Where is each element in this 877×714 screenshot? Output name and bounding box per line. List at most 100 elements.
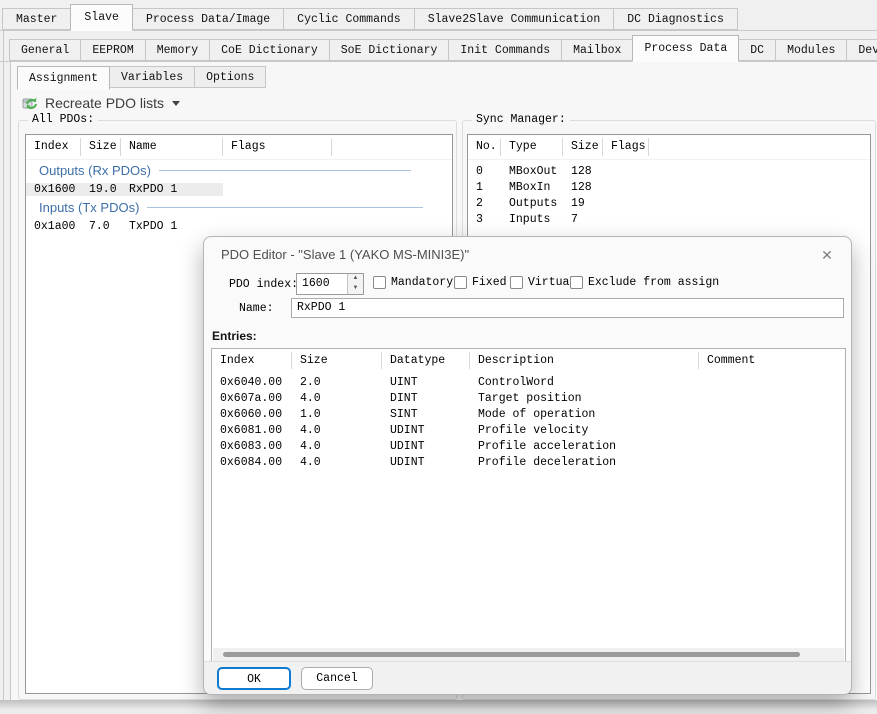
tab-init-commands[interactable]: Init Commands	[448, 39, 562, 61]
column-header-no[interactable]: No.	[468, 138, 501, 156]
sm-row-1[interactable]: 1 MBoxIn 128	[468, 179, 870, 195]
cell-size: 128	[563, 181, 603, 194]
close-icon[interactable]: ✕	[817, 245, 837, 265]
cell-datatype: DINT	[382, 392, 470, 405]
cell-name: TxPDO 1	[121, 220, 223, 233]
recreate-pdo-lists-button[interactable]: Recreate PDO lists	[45, 95, 164, 111]
cell-index: 0x6083.00	[212, 440, 292, 453]
spinner-down-icon[interactable]: ▼	[348, 284, 363, 294]
sm-row-2[interactable]: 2 Outputs 19	[468, 195, 870, 211]
cancel-button[interactable]: Cancel	[301, 667, 373, 690]
cell-datatype: UDINT	[382, 440, 470, 453]
column-header-size[interactable]: Size	[81, 138, 121, 156]
sync-manager-header: No. Type Size Flags	[468, 135, 870, 160]
tab-assignment[interactable]: Assignment	[17, 66, 110, 90]
entry-row[interactable]: 0x6084.00 4.0 UDINT Profile deceleration	[212, 454, 845, 470]
tab-mailbox[interactable]: Mailbox	[561, 39, 633, 61]
checkbox-mandatory[interactable]: Mandatory	[373, 276, 453, 289]
entry-row[interactable]: 0x607a.00 4.0 DINT Target position	[212, 390, 845, 406]
tab-variables[interactable]: Variables	[109, 66, 195, 88]
ok-button[interactable]: OK	[217, 667, 291, 690]
checkbox-label: Mandatory	[391, 276, 453, 289]
pdo-index-value[interactable]: 1600	[297, 274, 347, 294]
tab-memory[interactable]: Memory	[145, 39, 210, 61]
entry-row[interactable]: 0x6040.00 2.0 UINT ControlWord	[212, 374, 845, 390]
dropdown-caret-icon[interactable]	[172, 101, 180, 106]
cell-index: 0x6081.00	[212, 424, 292, 437]
tab-process-data[interactable]: Process Data	[632, 35, 739, 62]
tab-process-data-image[interactable]: Process Data/Image	[132, 8, 284, 30]
checkbox-exclude-from-assign[interactable]: Exclude from assign	[570, 276, 719, 289]
all-pdos-header: Index Size Name Flags	[26, 135, 452, 160]
cell-size: 7.0	[81, 220, 121, 233]
tab-slave[interactable]: Slave	[70, 4, 133, 31]
cell-size: 4.0	[292, 392, 382, 405]
tab-eeprom[interactable]: EEPROM	[80, 39, 145, 61]
column-header-type[interactable]: Type	[501, 138, 563, 156]
cell-datatype: UDINT	[382, 456, 470, 469]
column-header-comment[interactable]: Comment	[699, 352, 845, 369]
tab-cyclic-commands[interactable]: Cyclic Commands	[283, 8, 415, 30]
tab-options[interactable]: Options	[194, 66, 266, 88]
cell-size: 7	[563, 213, 603, 226]
checkbox-label: Fixed	[472, 276, 507, 289]
cell-index: 0x6084.00	[212, 456, 292, 469]
cell-description: Profile acceleration	[470, 440, 699, 453]
cell-datatype: UDINT	[382, 424, 470, 437]
all-pdos-title: All PDOs:	[28, 113, 98, 126]
cell-datatype: SINT	[382, 408, 470, 421]
checkbox-fixed[interactable]: Fixed	[454, 276, 507, 289]
group-row-outputs[interactable]: Outputs (Rx PDOs)	[26, 160, 452, 181]
pdo-toolbar: Recreate PDO lists	[22, 92, 180, 114]
tab-device-specific[interactable]: Device Specific	[846, 39, 877, 61]
cell-no: 1	[468, 181, 501, 194]
sm-row-3[interactable]: 3 Inputs 7	[468, 211, 870, 227]
entry-row[interactable]: 0x6060.00 1.0 SINT Mode of operation	[212, 406, 845, 422]
pdo-row-0x1600[interactable]: 0x1600 19.0 RxPDO 1	[26, 181, 452, 197]
checkbox-virtual[interactable]: Virtual	[510, 276, 576, 289]
cell-size: 19.0	[81, 183, 121, 196]
column-header-spacer	[332, 138, 452, 156]
pdo-index-spinner[interactable]: 1600 ▲ ▼	[296, 273, 364, 295]
tab-master[interactable]: Master	[2, 8, 71, 30]
column-header-flags[interactable]: Flags	[603, 138, 649, 156]
tab-soe-dictionary[interactable]: SoE Dictionary	[329, 39, 450, 61]
checkbox-box[interactable]	[373, 276, 386, 289]
tab-general[interactable]: General	[9, 39, 81, 61]
tab-slave2slave-communication[interactable]: Slave2Slave Communication	[414, 8, 615, 30]
recreate-refresh-icon	[22, 95, 39, 111]
column-header-description[interactable]: Description	[470, 352, 699, 369]
tab-modules[interactable]: Modules	[775, 39, 847, 61]
pdo-row-0x1a00[interactable]: 0x1a00 7.0 TxPDO 1	[26, 218, 452, 234]
sm-row-0[interactable]: 0 MBoxOut 128	[468, 163, 870, 179]
tab-coe-dictionary[interactable]: CoE Dictionary	[209, 39, 330, 61]
entry-row[interactable]: 0x6081.00 4.0 UDINT Profile velocity	[212, 422, 845, 438]
cell-size: 128	[563, 165, 603, 178]
entries-list[interactable]: Index Size Datatype Description Comment …	[211, 348, 846, 663]
horizontal-scrollbar[interactable]	[213, 648, 844, 661]
column-header-name[interactable]: Name	[121, 138, 223, 156]
entries-label: Entries:	[212, 329, 257, 343]
column-header-flags[interactable]: Flags	[223, 138, 332, 156]
cell-size: 19	[563, 197, 603, 210]
cell-size: 4.0	[292, 424, 382, 437]
tab-dc-diagnostics[interactable]: DC Diagnostics	[613, 8, 738, 30]
column-header-index[interactable]: Index	[26, 138, 81, 156]
name-input[interactable]: RxPDO 1	[291, 298, 844, 318]
cell-index: 0x6040.00	[212, 376, 292, 389]
spinner-up-icon[interactable]: ▲	[348, 274, 363, 284]
tab-dc[interactable]: DC	[738, 39, 776, 61]
column-header-size[interactable]: Size	[563, 138, 603, 156]
column-header-index[interactable]: Index	[212, 352, 292, 369]
checkbox-box[interactable]	[510, 276, 523, 289]
scrollbar-thumb[interactable]	[223, 652, 800, 657]
group-row-inputs[interactable]: Inputs (Tx PDOs)	[26, 197, 452, 218]
cell-type: MBoxIn	[501, 181, 563, 194]
checkbox-box[interactable]	[570, 276, 583, 289]
column-header-datatype[interactable]: Datatype	[382, 352, 470, 369]
cell-description: Profile velocity	[470, 424, 699, 437]
checkbox-box[interactable]	[454, 276, 467, 289]
spinner-buttons: ▲ ▼	[347, 274, 363, 294]
entry-row[interactable]: 0x6083.00 4.0 UDINT Profile acceleration	[212, 438, 845, 454]
column-header-size[interactable]: Size	[292, 352, 382, 369]
